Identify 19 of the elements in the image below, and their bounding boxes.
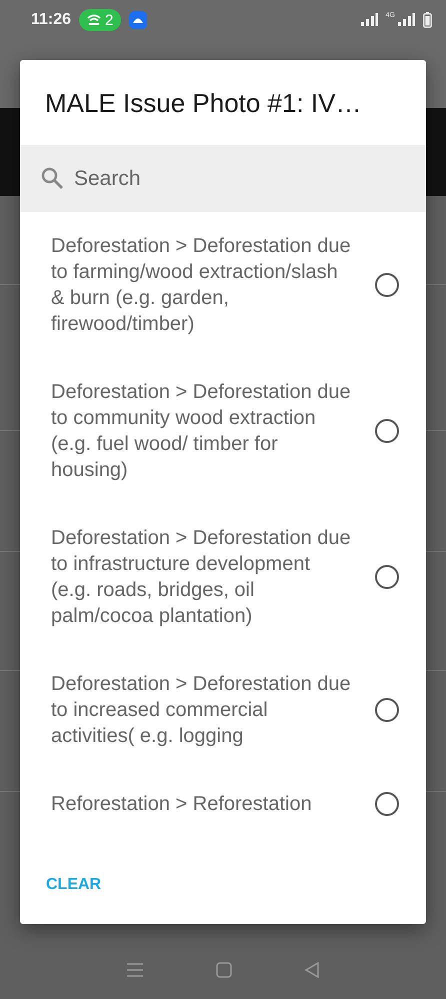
hotspot-badge: 2 bbox=[79, 9, 122, 31]
option-label[interactable]: Deforestation > Deforestation due to farming/wood extraction/slash & burn (e.g. garden, firewood/timber) bbox=[51, 233, 351, 337]
radio-button[interactable] bbox=[375, 698, 399, 722]
search-field[interactable]: Search bbox=[20, 145, 426, 212]
hotspot-icon bbox=[87, 14, 102, 26]
signal-icon bbox=[360, 13, 378, 27]
radio-button[interactable] bbox=[375, 565, 399, 589]
dialog-title: MALE Issue Photo #1: IV… bbox=[44, 87, 362, 120]
option-label[interactable]: Reforestation > Reforestation bbox=[51, 791, 351, 817]
option-label[interactable]: Deforestation > Deforestation due to infrastructure development (e.g. roads, bridges, oil palm/cocoa plantation) bbox=[51, 525, 351, 629]
radio-button[interactable] bbox=[375, 419, 399, 443]
option-label[interactable]: Deforestation > Deforestation due to increased commercial activities( e.g. logging bbox=[51, 671, 351, 749]
radio-button[interactable] bbox=[375, 792, 399, 816]
option-label[interactable]: Deforestation > Deforestation due to community wood extraction (e.g. fuel wood/ timber for housing) bbox=[51, 379, 351, 483]
battery-icon bbox=[423, 12, 432, 28]
search-icon bbox=[40, 166, 64, 190]
radio-button[interactable] bbox=[375, 273, 399, 297]
signal-icon bbox=[397, 13, 415, 27]
status-time: 11:26 bbox=[31, 11, 72, 29]
